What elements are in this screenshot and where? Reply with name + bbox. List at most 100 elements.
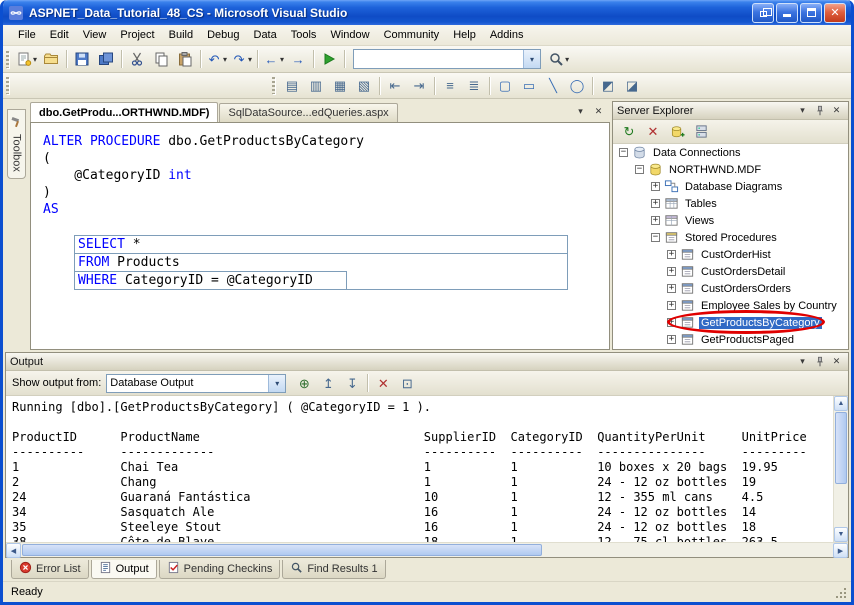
menu-item-project[interactable]: Project: [113, 26, 161, 45]
stop-refresh-button[interactable]: ✕: [642, 121, 664, 143]
toolbox-tab[interactable]: Toolbox: [7, 109, 26, 179]
toolbar-grip[interactable]: [272, 77, 275, 94]
rounded-rectangle-button[interactable]: ▢: [494, 75, 516, 97]
show-results-pane-button[interactable]: ▧: [353, 75, 375, 97]
next-message-button[interactable]: ↧: [341, 372, 363, 394]
scroll-left-icon[interactable]: ◀: [6, 543, 21, 558]
menu-item-community[interactable]: Community: [377, 26, 447, 45]
connect-database-button[interactable]: [666, 121, 688, 143]
scrollbar-track[interactable]: [834, 485, 848, 527]
copy-button[interactable]: [150, 48, 172, 70]
goto-message-button[interactable]: ⊕: [293, 372, 315, 394]
line-tool-button[interactable]: ╲: [542, 75, 564, 97]
expand-icon[interactable]: +: [651, 216, 660, 225]
window-position-chevron-icon[interactable]: ▾: [795, 354, 810, 369]
connect-server-button[interactable]: [690, 121, 712, 143]
clear-all-button[interactable]: ✕: [372, 372, 394, 394]
close-button[interactable]: ✕: [824, 3, 846, 23]
collapse-icon[interactable]: −: [651, 233, 660, 242]
refresh-button[interactable]: ↻: [618, 121, 640, 143]
navigate-forward-button[interactable]: →: [287, 48, 309, 70]
toolbar-grip[interactable]: [6, 77, 9, 94]
scrollbar-thumb[interactable]: [835, 412, 847, 484]
minimize-button[interactable]: [776, 3, 798, 23]
background-color-button[interactable]: ◪: [621, 75, 643, 97]
menu-item-help[interactable]: Help: [446, 26, 483, 45]
menu-item-addins[interactable]: Addins: [483, 26, 531, 45]
word-wrap-button[interactable]: ⊡: [396, 372, 418, 394]
tree-row[interactable]: −Data Connections: [613, 144, 848, 161]
document-tab[interactable]: dbo.GetProdu...ORTHWND.MDF): [30, 102, 218, 122]
collapse-icon[interactable]: −: [635, 165, 644, 174]
expand-icon[interactable]: +: [667, 267, 676, 276]
cut-button[interactable]: [126, 48, 148, 70]
pin-icon[interactable]: [812, 103, 827, 118]
tree-row[interactable]: +CustOrdersDetail: [613, 263, 848, 280]
decrease-indent-button[interactable]: ⇤: [384, 75, 406, 97]
increase-indent-button[interactable]: ⇥: [408, 75, 430, 97]
expand-icon[interactable]: +: [667, 250, 676, 259]
tree-row[interactable]: −NORTHWND.MDF: [613, 161, 848, 178]
comment-selection-button[interactable]: ≡: [439, 75, 461, 97]
tree-row[interactable]: +Tables: [613, 195, 848, 212]
panel-tab-find-results-1[interactable]: Find Results 1: [282, 560, 385, 579]
expand-icon[interactable]: +: [651, 182, 660, 191]
menu-item-tools[interactable]: Tools: [284, 26, 324, 45]
tree-row[interactable]: +Employee Sales by Country: [613, 297, 848, 314]
scrollbar-track[interactable]: [21, 543, 833, 557]
tree-row[interactable]: +Database Diagrams: [613, 178, 848, 195]
toolbar-combobox[interactable]: ▾: [353, 49, 541, 69]
ellipse-tool-button[interactable]: ◯: [566, 75, 588, 97]
resize-grip[interactable]: [834, 586, 847, 599]
open-file-button[interactable]: [40, 48, 62, 70]
chevron-down-icon[interactable]: ▾: [268, 375, 285, 392]
menu-item-build[interactable]: Build: [162, 26, 200, 45]
save-button[interactable]: [71, 48, 93, 70]
show-diagram-pane-button[interactable]: ▤: [281, 75, 303, 97]
output-vertical-scrollbar[interactable]: ▲ ▼: [833, 396, 848, 542]
expand-icon[interactable]: +: [667, 301, 676, 310]
window-switch-button[interactable]: [752, 3, 774, 23]
tree-row[interactable]: +GetProductsByCategory: [613, 314, 848, 331]
chevron-down-icon[interactable]: ▾: [523, 50, 540, 68]
panel-tab-pending-checkins[interactable]: Pending Checkins: [159, 560, 281, 579]
navigate-backward-button[interactable]: ←▾: [262, 48, 285, 70]
menu-item-view[interactable]: View: [76, 26, 114, 45]
expand-icon[interactable]: +: [667, 318, 676, 327]
maximize-button[interactable]: [800, 3, 822, 23]
output-horizontal-scrollbar[interactable]: ◀ ▶: [6, 542, 848, 557]
pin-icon[interactable]: [812, 354, 827, 369]
scrollbar-thumb[interactable]: [22, 544, 542, 556]
document-list-chevron-icon[interactable]: ▾: [573, 104, 588, 119]
menu-item-edit[interactable]: Edit: [43, 26, 76, 45]
scroll-down-icon[interactable]: ▼: [834, 527, 848, 542]
scroll-right-icon[interactable]: ▶: [833, 543, 848, 558]
toolbar-grip[interactable]: [6, 51, 9, 68]
expand-icon[interactable]: +: [667, 284, 676, 293]
expand-icon[interactable]: +: [667, 335, 676, 344]
redo-button[interactable]: ↷▾: [230, 48, 253, 70]
previous-message-button[interactable]: ↥: [317, 372, 339, 394]
tree-row[interactable]: +Views: [613, 212, 848, 229]
tree-row[interactable]: +GetProductsPagedAndSorted: [613, 348, 848, 349]
document-tab[interactable]: SqlDataSource...edQueries.aspx: [219, 103, 397, 122]
paste-button[interactable]: [174, 48, 196, 70]
show-sql-pane-button[interactable]: ▦: [329, 75, 351, 97]
panel-tab-error-list[interactable]: Error List: [11, 560, 89, 579]
show-criteria-pane-button[interactable]: ▥: [305, 75, 327, 97]
window-position-chevron-icon[interactable]: ▾: [795, 103, 810, 118]
tree-row[interactable]: +CustOrdersOrders: [613, 280, 848, 297]
rectangle-button[interactable]: ▭: [518, 75, 540, 97]
save-all-button[interactable]: [95, 48, 117, 70]
menu-item-data[interactable]: Data: [247, 26, 284, 45]
close-panel-icon[interactable]: ✕: [829, 103, 844, 118]
close-document-icon[interactable]: ✕: [591, 104, 606, 119]
close-panel-icon[interactable]: ✕: [829, 354, 844, 369]
scroll-up-icon[interactable]: ▲: [834, 396, 848, 411]
menu-item-window[interactable]: Window: [323, 26, 376, 45]
menu-item-file[interactable]: File: [11, 26, 43, 45]
start-debug-button[interactable]: [318, 48, 340, 70]
menu-item-debug[interactable]: Debug: [200, 26, 246, 45]
tree-row[interactable]: −Stored Procedures: [613, 229, 848, 246]
new-file-button[interactable]: ▾: [15, 48, 38, 70]
